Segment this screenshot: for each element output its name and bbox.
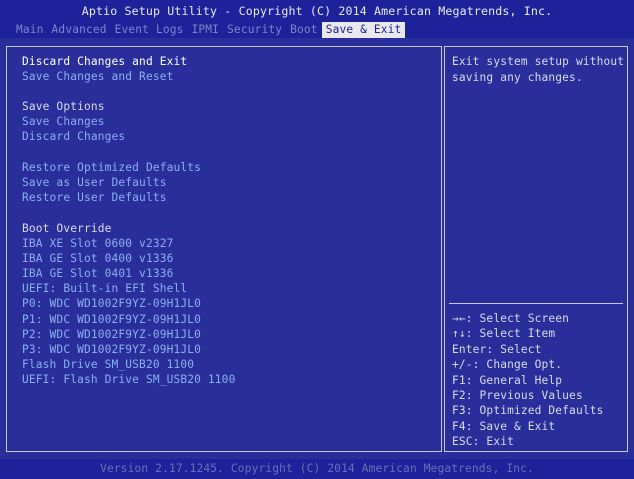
key-hint-enter: Enter: Select: [452, 342, 542, 356]
menu-item-save-and-reset[interactable]: Save Changes and Reset: [22, 70, 173, 84]
header-bar: Aptio Setup Utility - Copyright (C) 2014…: [0, 0, 634, 38]
menu-item-restore-optimized-defaults[interactable]: Restore Optimized Defaults: [22, 161, 201, 175]
options-panel: Discard Changes and Exit Save Changes an…: [6, 46, 442, 452]
key-hint-select-item: ↑↓: Select Item: [452, 327, 556, 341]
tab-security[interactable]: Security: [223, 22, 286, 38]
menu-item-discard-and-exit[interactable]: Discard Changes and Exit: [22, 55, 187, 69]
bios-screen: Aptio Setup Utility - Copyright (C) 2014…: [0, 0, 634, 479]
key-hint-f1: F1: General Help: [452, 373, 563, 387]
tab-event-logs[interactable]: Event Logs: [111, 22, 188, 38]
boot-override-item[interactable]: IBA XE Slot 0600 v2327: [22, 237, 173, 251]
footer-version: Version 2.17.1245. Copyright (C) 2014 Am…: [0, 459, 634, 479]
help-description-line: Exit system setup without: [452, 55, 625, 68]
boot-override-item[interactable]: IBA GE Slot 0401 v1336: [22, 267, 173, 281]
key-hint-f3: F3: Optimized Defaults: [452, 404, 604, 418]
tab-boot[interactable]: Boot: [286, 22, 322, 38]
menu-item-discard-changes[interactable]: Discard Changes: [22, 130, 125, 144]
key-hint-f2: F2: Previous Values: [452, 389, 583, 403]
section-heading-boot-override: Boot Override: [22, 222, 112, 235]
key-hint-change-opt: +/-: Change Opt.: [452, 358, 563, 372]
menu-item-restore-user-defaults[interactable]: Restore User Defaults: [22, 191, 167, 205]
tab-ipmi[interactable]: IPMI: [188, 22, 224, 38]
boot-override-item[interactable]: P0: WDC WD1002F9YZ-09H1JL0: [22, 297, 201, 311]
help-divider: [449, 303, 623, 304]
help-description: Exit system setup without saving any cha…: [452, 54, 624, 85]
key-hint-select-screen: →←: Select Screen: [452, 312, 570, 325]
boot-override-item[interactable]: UEFI: Built-in EFI Shell: [22, 282, 187, 296]
boot-override-item[interactable]: Flash Drive SM_USB20 1100: [22, 358, 194, 372]
app-title: Aptio Setup Utility - Copyright (C) 2014…: [81, 4, 553, 18]
key-hint-esc: ESC: Exit: [452, 435, 514, 449]
key-hint-f4: F4: Save & Exit: [452, 419, 556, 433]
boot-override-item[interactable]: IBA GE Slot 0400 v1336: [22, 252, 173, 266]
tab-main[interactable]: Main: [12, 22, 48, 38]
key-legend: →←: Select Screen ↑↓: Select Item Enter:…: [452, 311, 603, 450]
tab-advanced[interactable]: Advanced: [48, 22, 111, 38]
help-description-line: saving any changes.: [452, 70, 583, 84]
menu-item-save-user-defaults[interactable]: Save as User Defaults: [22, 176, 167, 190]
section-heading-save-options: Save Options: [22, 100, 105, 113]
boot-override-item[interactable]: P1: WDC WD1002F9YZ-09H1JL0: [22, 313, 201, 327]
boot-override-item[interactable]: P2: WDC WD1002F9YZ-09H1JL0: [22, 328, 201, 342]
menu-item-save-changes[interactable]: Save Changes: [22, 115, 105, 129]
tab-bar: Main Advanced Event Logs IPMI Security B…: [12, 22, 406, 38]
boot-override-item[interactable]: P3: WDC WD1002F9YZ-09H1JL0: [22, 343, 201, 357]
boot-override-item[interactable]: UEFI: Flash Drive SM_USB20 1100: [22, 373, 235, 387]
tab-save-exit[interactable]: Save & Exit: [321, 22, 406, 38]
help-panel: Exit system setup without saving any cha…: [444, 46, 628, 452]
